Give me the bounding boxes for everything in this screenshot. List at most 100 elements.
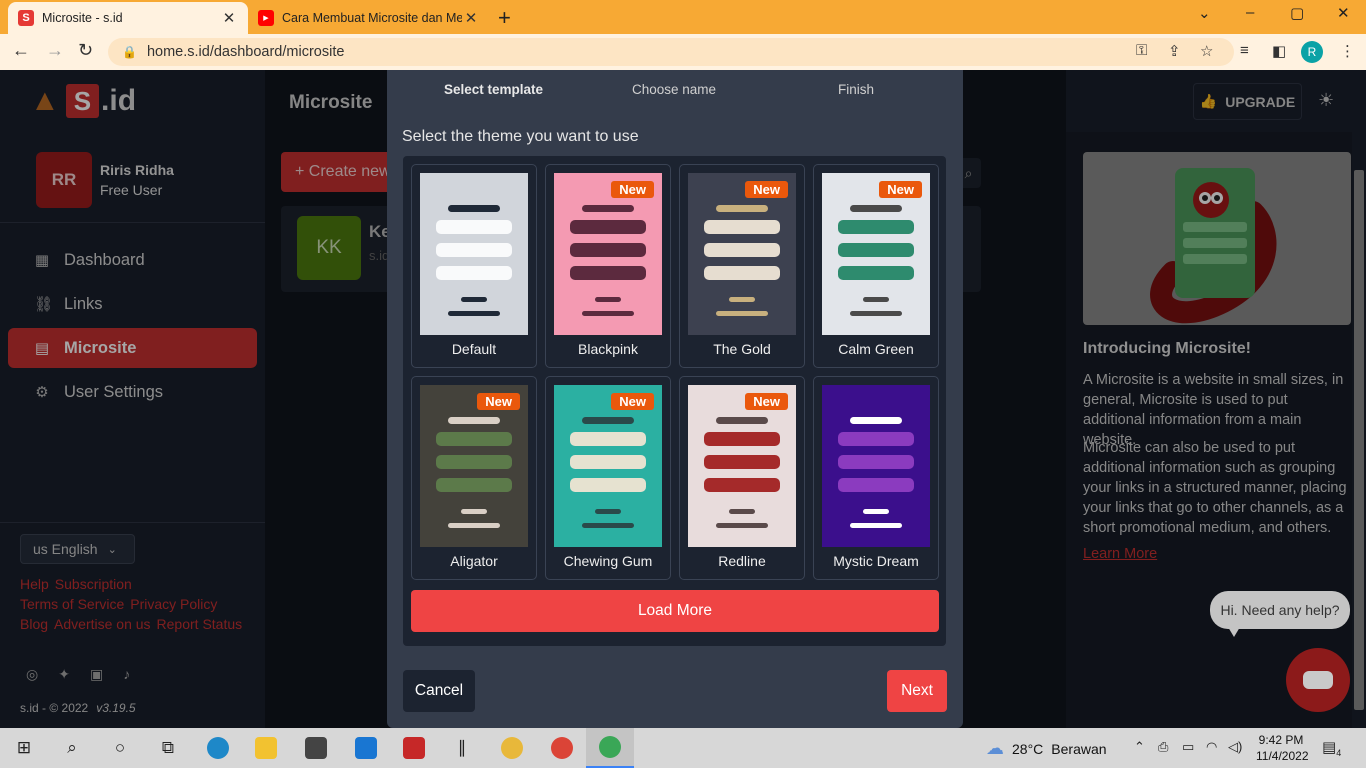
notification-count: 4	[1336, 748, 1342, 758]
preview-line	[850, 311, 902, 316]
preview-line	[448, 205, 500, 212]
file-explorer-icon[interactable]	[242, 728, 290, 768]
tab-title: Cara Membuat Microsite dan Me	[282, 11, 462, 25]
chrome-icon[interactable]	[488, 728, 536, 768]
volume-icon[interactable]: ◁)	[1228, 739, 1242, 755]
load-more-button[interactable]: Load More	[411, 590, 939, 632]
url-input[interactable]: 🔒 home.s.id/dashboard/microsite	[108, 38, 1234, 66]
meet-now-icon[interactable]: ⎙	[1158, 739, 1168, 755]
template-preview: New	[554, 173, 662, 335]
search-icon[interactable]: ⌕	[48, 728, 96, 768]
notification-icon[interactable]: ▤4	[1322, 738, 1341, 758]
template-card[interactable]: New Redline	[679, 376, 805, 580]
forward-icon[interactable]: →	[46, 40, 64, 61]
lock-icon: 🔒	[122, 45, 137, 59]
preview-line	[850, 523, 902, 528]
preview-line	[448, 417, 500, 424]
step-finish: Finish	[838, 82, 875, 97]
system-clock[interactable]: 9:42 PM 11/4/2022	[1256, 732, 1309, 764]
chrome-icon[interactable]	[586, 728, 634, 768]
template-card[interactable]: New Chewing Gum	[545, 376, 671, 580]
preview-line	[582, 523, 634, 528]
close-tab-icon[interactable]: ✕	[462, 9, 480, 27]
close-window-button[interactable]: ✕	[1337, 4, 1350, 22]
clock-time: 9:42 PM	[1258, 733, 1304, 747]
windows-taskbar: ⊞ ⌕ ○ ⧉ ∥ ☁ 28°C Berawan ⌃ ⎙ ▭ ◠ ◁) 9:42…	[0, 728, 1366, 768]
battery-icon[interactable]: ▭	[1182, 739, 1194, 755]
sid-favicon-icon: S	[18, 10, 34, 26]
page: ▲ S .id RR Riris Ridha Free User ▦ Dashb…	[0, 70, 1366, 728]
template-name: Aligator	[450, 553, 498, 569]
cloud-icon: ☁	[986, 738, 1004, 758]
reading-list-icon[interactable]: ≡	[1240, 42, 1249, 59]
share-icon[interactable]: ⇪	[1168, 42, 1181, 60]
template-name: The Gold	[713, 341, 771, 357]
help-bubble[interactable]: Hi. Need any help?	[1210, 591, 1350, 629]
new-tab-button[interactable]: +	[498, 5, 511, 31]
back-icon[interactable]: ←	[12, 40, 30, 61]
template-name: Mystic Dream	[833, 553, 919, 569]
preview-line	[850, 417, 902, 424]
step-select-template: Select template	[444, 82, 544, 97]
preview-line	[436, 266, 512, 280]
stepper: Select template Choose name Finish	[387, 82, 963, 102]
preview-line	[582, 417, 634, 424]
menu-kebab-icon[interactable]: ⋮	[1340, 42, 1355, 60]
preview-line	[704, 432, 780, 446]
modal-subtitle: Select the theme you want to use	[402, 128, 639, 145]
template-card[interactable]: Default	[411, 164, 537, 368]
tab-microsite[interactable]: S Microsite - s.id ✕	[8, 2, 248, 34]
tab-search-icon[interactable]: ⌄	[1198, 4, 1211, 22]
app-icon[interactable]: ∥	[438, 728, 486, 768]
task-view-icon[interactable]: ⧉	[144, 728, 192, 768]
preview-line	[716, 311, 768, 316]
minimize-button[interactable]: –	[1246, 4, 1254, 21]
close-tab-icon[interactable]: ✕	[220, 9, 238, 27]
weather-temp: 28°C	[1012, 740, 1044, 757]
wifi-icon[interactable]: ◠	[1206, 739, 1217, 755]
preview-line	[582, 205, 634, 212]
template-preview	[822, 385, 930, 547]
key-icon[interactable]: ⚿	[1136, 42, 1147, 59]
cancel-button[interactable]: Cancel	[403, 670, 475, 712]
next-button[interactable]: Next	[887, 670, 947, 712]
preview-line	[461, 297, 487, 302]
store-icon[interactable]	[292, 728, 340, 768]
maximize-button[interactable]: ▢	[1290, 4, 1304, 22]
preview-line	[838, 478, 914, 492]
tab-youtube[interactable]: ▶ Cara Membuat Microsite dan Me ✕	[252, 2, 486, 34]
bookmark-star-icon[interactable]: ☆	[1200, 42, 1213, 60]
weather-text: Berawan	[1051, 740, 1107, 757]
template-name: Chewing Gum	[563, 553, 653, 569]
preview-line	[850, 205, 902, 212]
template-card[interactable]: New The Gold	[679, 164, 805, 368]
cortana-icon[interactable]: ○	[96, 728, 144, 768]
weather-widget[interactable]: ☁ 28°C Berawan	[986, 738, 1107, 759]
preview-line	[838, 266, 914, 280]
template-card[interactable]: New Calm Green	[813, 164, 939, 368]
edge-icon[interactable]	[194, 728, 242, 768]
mendeley-icon[interactable]	[390, 728, 438, 768]
new-badge: New	[477, 393, 520, 410]
chat-button[interactable]	[1286, 648, 1350, 712]
windows-start-icon[interactable]: ⊞	[0, 728, 48, 768]
template-card[interactable]: Mystic Dream	[813, 376, 939, 580]
preview-line	[448, 523, 500, 528]
preview-line	[704, 455, 780, 469]
preview-line	[461, 509, 487, 514]
reload-icon[interactable]: ↻	[78, 40, 93, 61]
preview-line	[595, 509, 621, 514]
preview-line	[716, 523, 768, 528]
preview-line	[704, 243, 780, 257]
chrome-icon[interactable]	[538, 728, 586, 768]
template-card[interactable]: New Aligator	[411, 376, 537, 580]
new-badge: New	[745, 181, 788, 198]
profile-avatar[interactable]: R	[1301, 41, 1323, 63]
side-panel-icon[interactable]: ◧	[1272, 42, 1286, 60]
preview-line	[436, 432, 512, 446]
template-name: Default	[451, 341, 497, 357]
template-card[interactable]: New Blackpink	[545, 164, 671, 368]
preview-line	[838, 243, 914, 257]
mail-icon[interactable]	[342, 728, 390, 768]
chevron-up-icon[interactable]: ⌃	[1134, 739, 1145, 755]
